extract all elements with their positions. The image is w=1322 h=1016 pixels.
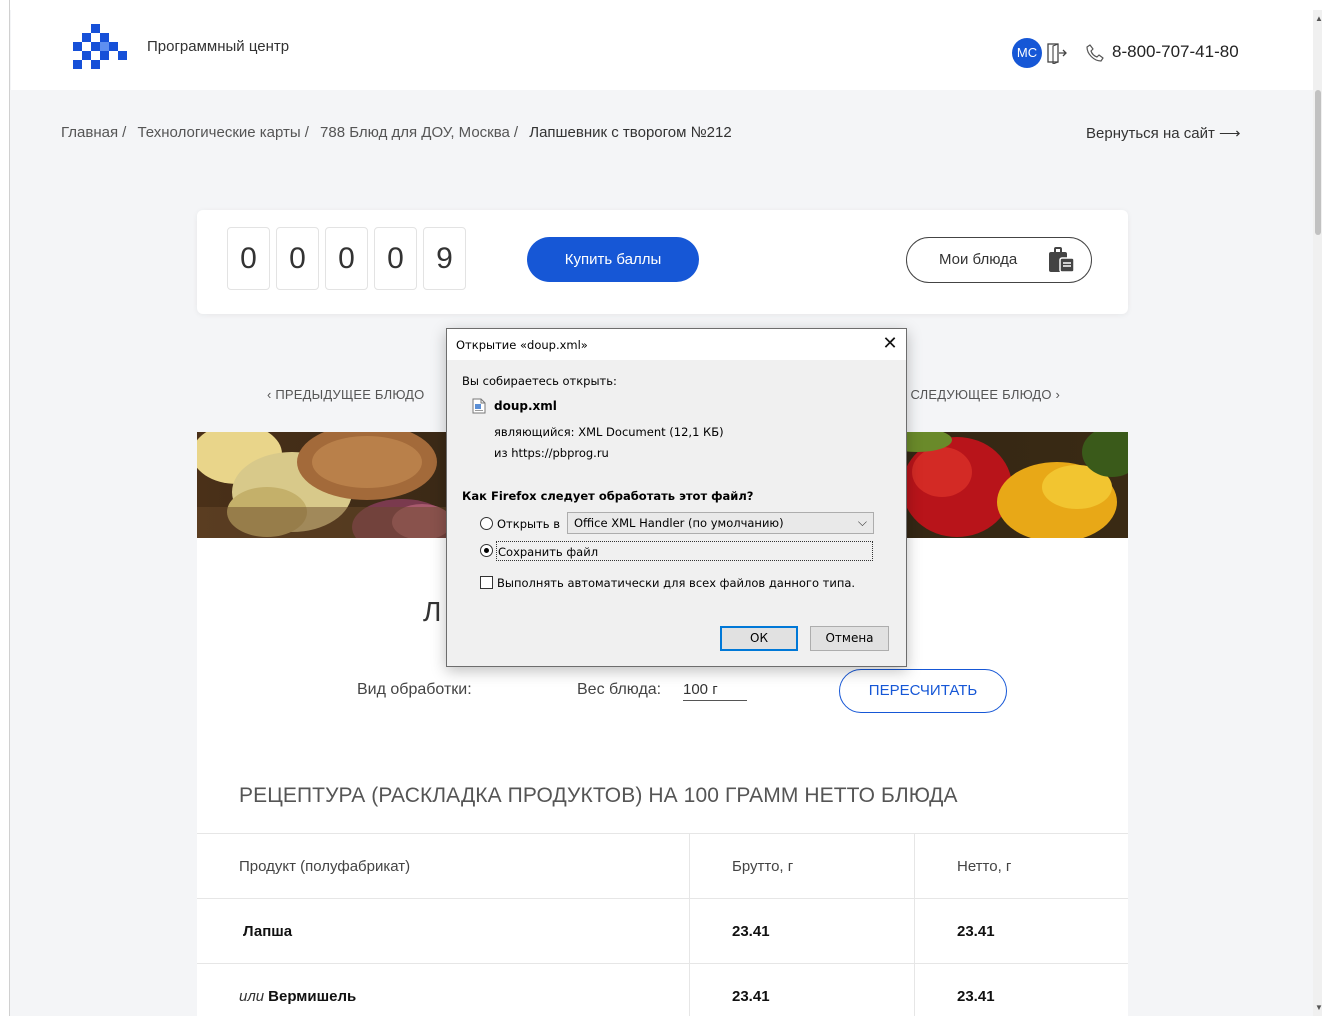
gross-cell: 23.41 <box>732 988 770 1005</box>
table-row: или Вермишель 23.41 23.41 <box>197 964 1128 1016</box>
about-to-open-label: Вы собираетесь открыть: <box>462 374 617 388</box>
clipboard-bag-icon <box>1049 247 1075 273</box>
dialog-titlebar[interactable]: Открытие «doup.xml» ✕ <box>447 329 906 360</box>
net-cell: 23.41 <box>957 988 995 1005</box>
next-dish-label: СЛЕДУЮЩЕЕ БЛЮДО › <box>910 387 1060 402</box>
save-file-radio[interactable] <box>480 544 493 557</box>
product-name: Лапша <box>243 923 293 940</box>
brand-name[interactable]: Программный центр <box>147 38 289 55</box>
save-file-label[interactable]: Сохранить файл <box>496 541 873 561</box>
points-digit: 0 <box>227 227 270 290</box>
logout-icon[interactable] <box>1047 42 1067 64</box>
points-card: 0 0 0 0 9 Купить баллы Мои блюда <box>197 210 1128 314</box>
dialog-body: Вы собираетесь открыть: doup.xml являющи… <box>447 360 906 666</box>
next-dish-link[interactable]: СЛЕДУЮЩЕЕ БЛЮДО › <box>885 387 1060 402</box>
points-digit: 0 <box>276 227 319 290</box>
back-to-site-link[interactable]: Вернуться на сайт ⟶ <box>1086 124 1241 142</box>
file-type-info: являющийся: XML Document (12,1 КБ) <box>494 425 724 439</box>
points-counter: 0 0 0 0 9 <box>227 227 466 290</box>
recipe-heading: РЕЦЕПТУРА (РАСКЛАДКА ПРОДУКТОВ) НА 100 Г… <box>239 784 958 807</box>
dish-weight-input[interactable]: 100 г <box>683 681 747 701</box>
scroll-up-arrow-icon[interactable]: ▲ <box>1315 14 1322 23</box>
file-name: doup.xml <box>494 399 557 413</box>
auto-action-label[interactable]: Выполнять автоматически для всех файлов … <box>497 576 855 590</box>
gross-cell: 23.41 <box>732 923 770 940</box>
previous-dish-link[interactable]: ‹ ПРЕДЫДУЩЕЕ БЛЮДО <box>267 387 424 402</box>
user-avatar[interactable]: МС <box>1012 38 1042 68</box>
breadcrumb-collection[interactable]: 788 Блюд для ДОУ, Москва <box>320 124 510 141</box>
breadcrumb-current: Лапшевник с творогом №212 <box>529 124 732 141</box>
buy-points-button[interactable]: Купить баллы <box>527 237 699 282</box>
table-row: Лапша 23.41 23.41 <box>197 899 1128 964</box>
my-dishes-button[interactable]: Мои блюда <box>906 237 1092 283</box>
net-cell: 23.41 <box>957 923 995 940</box>
xml-file-icon <box>472 398 486 414</box>
product-name: Вермишель <box>268 988 357 1005</box>
file-open-dialog: Открытие «doup.xml» ✕ Вы собираетесь отк… <box>446 328 907 667</box>
dish-weight-label: Вес блюда: <box>577 681 662 698</box>
product-cell: Лапша <box>239 923 292 940</box>
points-digit: 0 <box>374 227 417 290</box>
alternative-marker: или <box>239 988 265 1005</box>
recalculate-button[interactable]: ПЕРЕСЧИТАТЬ <box>839 669 1007 713</box>
application-select-value: Office XML Handler (по умолчанию) <box>574 516 784 530</box>
my-dishes-label: Мои блюда <box>939 251 1018 268</box>
points-digit: 9 <box>423 227 466 290</box>
dialog-title: Открытие «doup.xml» <box>456 338 588 352</box>
phone-number[interactable]: 8-800-707-41-80 <box>1112 42 1239 62</box>
cancel-button[interactable]: Отмена <box>810 626 889 651</box>
dish-title: Л <box>423 596 442 627</box>
column-header-net: Нетто, г <box>957 858 1012 875</box>
scroll-down-arrow-icon[interactable]: ▼ <box>1315 1003 1322 1012</box>
processing-type-label: Вид обработки: <box>357 681 472 698</box>
points-digit: 0 <box>325 227 368 290</box>
column-header-product: Продукт (полуфабрикат) <box>239 858 411 875</box>
handling-question: Как Firefox следует обработать этот файл… <box>462 489 754 503</box>
close-icon[interactable]: ✕ <box>879 333 901 355</box>
file-source-info: из https://pbprog.ru <box>494 446 609 460</box>
site-header: Программный центр МС 8-800-707-41-80 <box>11 10 1313 90</box>
logo-icon[interactable] <box>73 24 127 74</box>
window-frame-left <box>0 0 10 1016</box>
table-header-row: Продукт (полуфабрикат) Брутто, г Нетто, … <box>197 834 1128 899</box>
breadcrumb-tech-cards[interactable]: Технологические карты <box>137 124 300 141</box>
auto-action-checkbox[interactable] <box>480 576 493 589</box>
chevron-down-icon: ⌵ <box>857 515 867 529</box>
scrollbar-thumb[interactable] <box>1315 90 1321 235</box>
open-with-radio[interactable] <box>480 517 493 530</box>
window-frame-top <box>0 0 1322 10</box>
open-with-label[interactable]: Открыть в <box>497 517 560 531</box>
ok-button[interactable]: ОК <box>720 626 798 651</box>
product-cell: или Вермишель <box>239 988 356 1005</box>
recipe-table: Продукт (полуфабрикат) Брутто, г Нетто, … <box>197 833 1128 1016</box>
breadcrumb-home[interactable]: Главная <box>61 124 118 141</box>
column-header-gross: Брутто, г <box>732 858 794 875</box>
application-select[interactable]: Office XML Handler (по умолчанию) ⌵ <box>567 512 874 534</box>
breadcrumb: Главная / Технологические карты/ 788 Блюд… <box>61 124 732 141</box>
phone-icon <box>1086 44 1104 62</box>
